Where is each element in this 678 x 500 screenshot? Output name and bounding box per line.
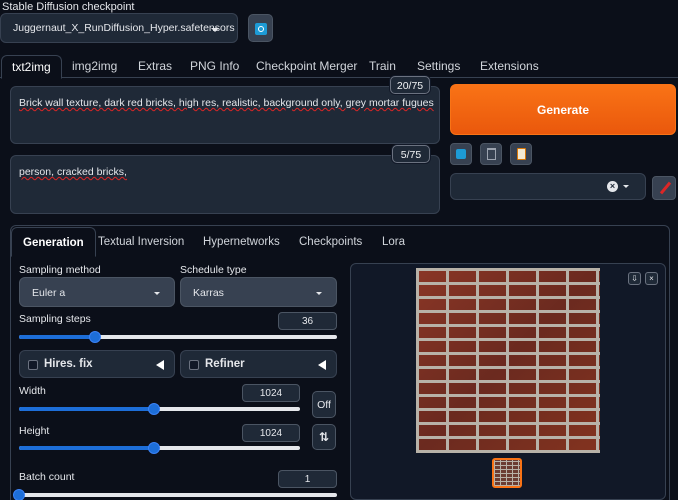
prompt-token-counter: 20/75 — [390, 76, 430, 94]
paintbrush-icon — [659, 181, 672, 195]
height-label: Height — [19, 425, 50, 437]
apply-style-button[interactable] — [450, 143, 472, 165]
sampling-method-dropdown[interactable]: Euler a — [19, 277, 175, 307]
tab-generation[interactable]: Generation — [11, 227, 96, 257]
prompt-text: Brick wall texture, dark red bricks, hig… — [19, 97, 434, 109]
tab-img2img[interactable]: img2img — [72, 59, 117, 73]
clipboard-icon — [517, 148, 526, 160]
batch-count-number[interactable]: 1 — [278, 470, 337, 488]
negative-prompt-token-counter: 5/75 — [392, 145, 430, 163]
negative-prompt-text: person, cracked bricks, — [19, 166, 127, 178]
width-number[interactable]: 1024 — [242, 384, 300, 402]
gallery-thumbnail[interactable] — [492, 458, 522, 488]
hires-fix-checkbox[interactable] — [28, 360, 38, 370]
styles-dropdown[interactable]: × — [450, 173, 646, 200]
refiner-checkbox[interactable] — [189, 360, 199, 370]
refresh-checkpoint-button[interactable] — [248, 14, 273, 42]
tab-textual-inversion[interactable]: Textual Inversion — [98, 236, 184, 248]
checkpoint-dropdown[interactable]: Juggernaut_X_RunDiffusion_Hyper.safetens… — [0, 13, 238, 43]
sampling-steps-slider[interactable] — [19, 331, 337, 343]
height-number[interactable]: 1024 — [242, 424, 300, 442]
chevron-down-icon — [211, 28, 219, 32]
checkbox-icon — [456, 149, 466, 159]
clear-prompt-button[interactable] — [480, 143, 502, 165]
slider-thumb[interactable] — [13, 489, 25, 500]
tab-extras[interactable]: Extras — [138, 59, 172, 73]
close-icon[interactable]: × — [645, 272, 658, 285]
hires-fix-accordion[interactable]: Hires. fix — [19, 350, 175, 378]
sampling-steps-label: Sampling steps — [19, 313, 91, 325]
sampling-method-value: Euler a — [32, 287, 66, 299]
schedule-type-value: Karras — [193, 287, 224, 299]
tab-settings[interactable]: Settings — [417, 59, 460, 73]
batch-count-slider[interactable] — [13, 489, 337, 500]
off-button[interactable]: Off — [312, 391, 336, 418]
negative-prompt-input[interactable]: person, cracked bricks, — [10, 155, 440, 214]
width-label: Width — [19, 385, 46, 397]
trash-icon — [487, 148, 496, 160]
swap-vertical-icon: ⇅ — [318, 430, 330, 444]
tab-hypernetworks[interactable]: Hypernetworks — [203, 236, 280, 248]
slider-thumb[interactable] — [147, 442, 160, 454]
checkpoint-value: Juggernaut_X_RunDiffusion_Hyper.safetens… — [13, 22, 235, 34]
checkpoint-label: Stable Diffusion checkpoint — [2, 1, 135, 13]
schedule-type-dropdown[interactable]: Karras — [180, 277, 337, 307]
tab-extensions[interactable]: Extensions — [480, 59, 539, 73]
hires-fix-label: Hires. fix — [44, 358, 93, 370]
edit-styles-button[interactable] — [652, 176, 676, 200]
schedule-type-label: Schedule type — [180, 264, 247, 276]
refiner-accordion[interactable]: Refiner — [180, 350, 337, 378]
tab-train[interactable]: Train — [369, 59, 396, 73]
width-slider[interactable] — [19, 403, 300, 415]
tab-txt2img[interactable]: txt2img — [1, 55, 62, 79]
refiner-label: Refiner — [205, 358, 245, 370]
chevron-down-icon — [316, 292, 322, 295]
height-slider[interactable] — [19, 442, 300, 454]
download-icon[interactable]: ⇩ — [628, 272, 641, 285]
slider-fill — [19, 446, 154, 450]
chevron-down-icon — [154, 292, 160, 295]
slider-fill — [19, 335, 96, 339]
collapse-triangle-icon[interactable] — [156, 360, 164, 370]
tab-checkpoint-merger[interactable]: Checkpoint Merger — [256, 59, 357, 73]
sampling-steps-number[interactable]: 36 — [278, 312, 337, 330]
paste-prompt-button[interactable] — [510, 143, 532, 165]
prompt-input[interactable]: Brick wall texture, dark red bricks, hig… — [10, 86, 440, 144]
tab-png-info[interactable]: PNG Info — [190, 59, 239, 73]
tab-lora[interactable]: Lora — [382, 236, 405, 248]
batch-count-label: Batch count — [19, 471, 75, 483]
generated-image[interactable] — [416, 268, 600, 453]
slider-thumb[interactable] — [147, 403, 160, 415]
collapse-triangle-icon[interactable] — [318, 360, 326, 370]
slider-fill — [19, 407, 154, 411]
tab-checkpoints[interactable]: Checkpoints — [299, 236, 362, 248]
generate-button[interactable]: Generate — [450, 84, 676, 135]
refresh-icon — [255, 23, 267, 35]
sampling-method-label: Sampling method — [19, 264, 101, 276]
close-icon[interactable]: × — [607, 181, 618, 192]
chevron-down-icon — [623, 185, 629, 188]
swap-dimensions-button[interactable]: ⇅ — [312, 424, 336, 450]
